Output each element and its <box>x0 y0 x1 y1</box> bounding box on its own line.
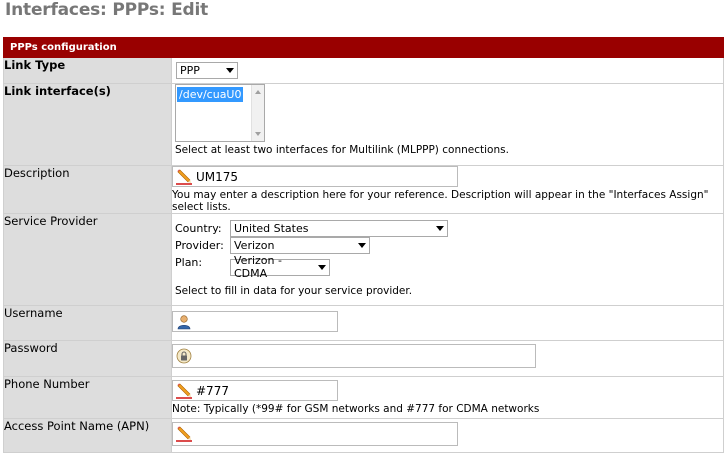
service-provider-note: Select to fill in data for your service … <box>175 285 413 297</box>
phone-number-note: Note: Typically (*99# for GSM networks a… <box>172 403 540 415</box>
description-note: You may enter a description here for you… <box>172 189 709 213</box>
page-title: Interfaces: PPPs: Edit <box>5 0 209 20</box>
chevron-down-icon <box>318 264 326 270</box>
link-type-select[interactable]: PPP <box>176 62 238 79</box>
service-provider-row: Service Provider Country: United States … <box>3 213 724 306</box>
apn-label: Access Point Name (APN) <box>4 419 150 433</box>
password-input[interactable] <box>172 344 536 368</box>
chevron-down-icon <box>226 68 234 73</box>
provider-value: Verizon <box>234 239 275 252</box>
description-value: UM175 <box>196 169 239 184</box>
section-header-row: PPPs configuration <box>3 37 724 58</box>
lock-icon <box>176 348 192 364</box>
link-interface-option[interactable]: /dev/cuaU0 <box>177 87 244 102</box>
link-interfaces-note: Select at least two interfaces for Multi… <box>175 144 509 156</box>
phone-number-input[interactable]: #777 <box>172 380 338 401</box>
scroll-down-icon[interactable] <box>255 132 261 136</box>
phone-number-row: Phone Number #777 Note: Typically (*99# … <box>3 376 724 419</box>
listbox-scrollbar[interactable] <box>251 85 264 141</box>
link-type-row: Link Type PPP <box>3 57 724 84</box>
description-input[interactable]: UM175 <box>172 166 458 187</box>
service-provider-label: Service Provider <box>4 214 98 228</box>
apn-input[interactable] <box>172 422 458 446</box>
section-header: PPPs configuration <box>3 37 724 58</box>
provider-label: Provider: <box>175 239 224 252</box>
ppp-config-table: PPPs configuration Link Type PPP Link in… <box>3 37 724 453</box>
scroll-up-icon[interactable] <box>255 90 261 94</box>
link-type-label: Link Type <box>4 58 66 72</box>
pencil-icon <box>176 383 192 399</box>
link-interfaces-listbox[interactable]: /dev/cuaU0 <box>175 84 265 142</box>
username-input[interactable] <box>172 311 338 332</box>
username-label: Username <box>4 306 63 320</box>
plan-label: Plan: <box>175 256 203 269</box>
country-select[interactable]: United States <box>230 220 448 237</box>
service-provider-grid: Country: United States Provider: Verizon… <box>175 220 723 280</box>
link-interfaces-row: Link interface(s) /dev/cuaU0 Select at l… <box>3 83 724 166</box>
link-interfaces-label: Link interface(s) <box>4 84 111 98</box>
phone-number-value: #777 <box>196 383 229 398</box>
country-label: Country: <box>175 222 222 235</box>
phone-number-label: Phone Number <box>4 377 90 391</box>
provider-select[interactable]: Verizon <box>230 237 370 254</box>
username-row: Username <box>3 305 724 341</box>
chevron-down-icon <box>436 226 444 231</box>
link-type-value: PPP <box>180 64 200 77</box>
password-row: Password <box>3 340 724 377</box>
pencil-icon <box>176 169 192 185</box>
chevron-down-icon <box>358 243 366 248</box>
plan-value: Verizon - CDMA <box>234 254 282 280</box>
country-value: United States <box>234 222 309 235</box>
plan-select[interactable]: Verizon - CDMA <box>230 254 330 280</box>
description-label: Description <box>4 166 70 180</box>
description-row: Description UM175 You may enter a descri… <box>3 165 724 214</box>
pencil-icon <box>176 426 192 442</box>
password-label: Password <box>4 341 58 355</box>
user-icon <box>177 314 191 329</box>
apn-row: Access Point Name (APN) <box>3 418 724 453</box>
